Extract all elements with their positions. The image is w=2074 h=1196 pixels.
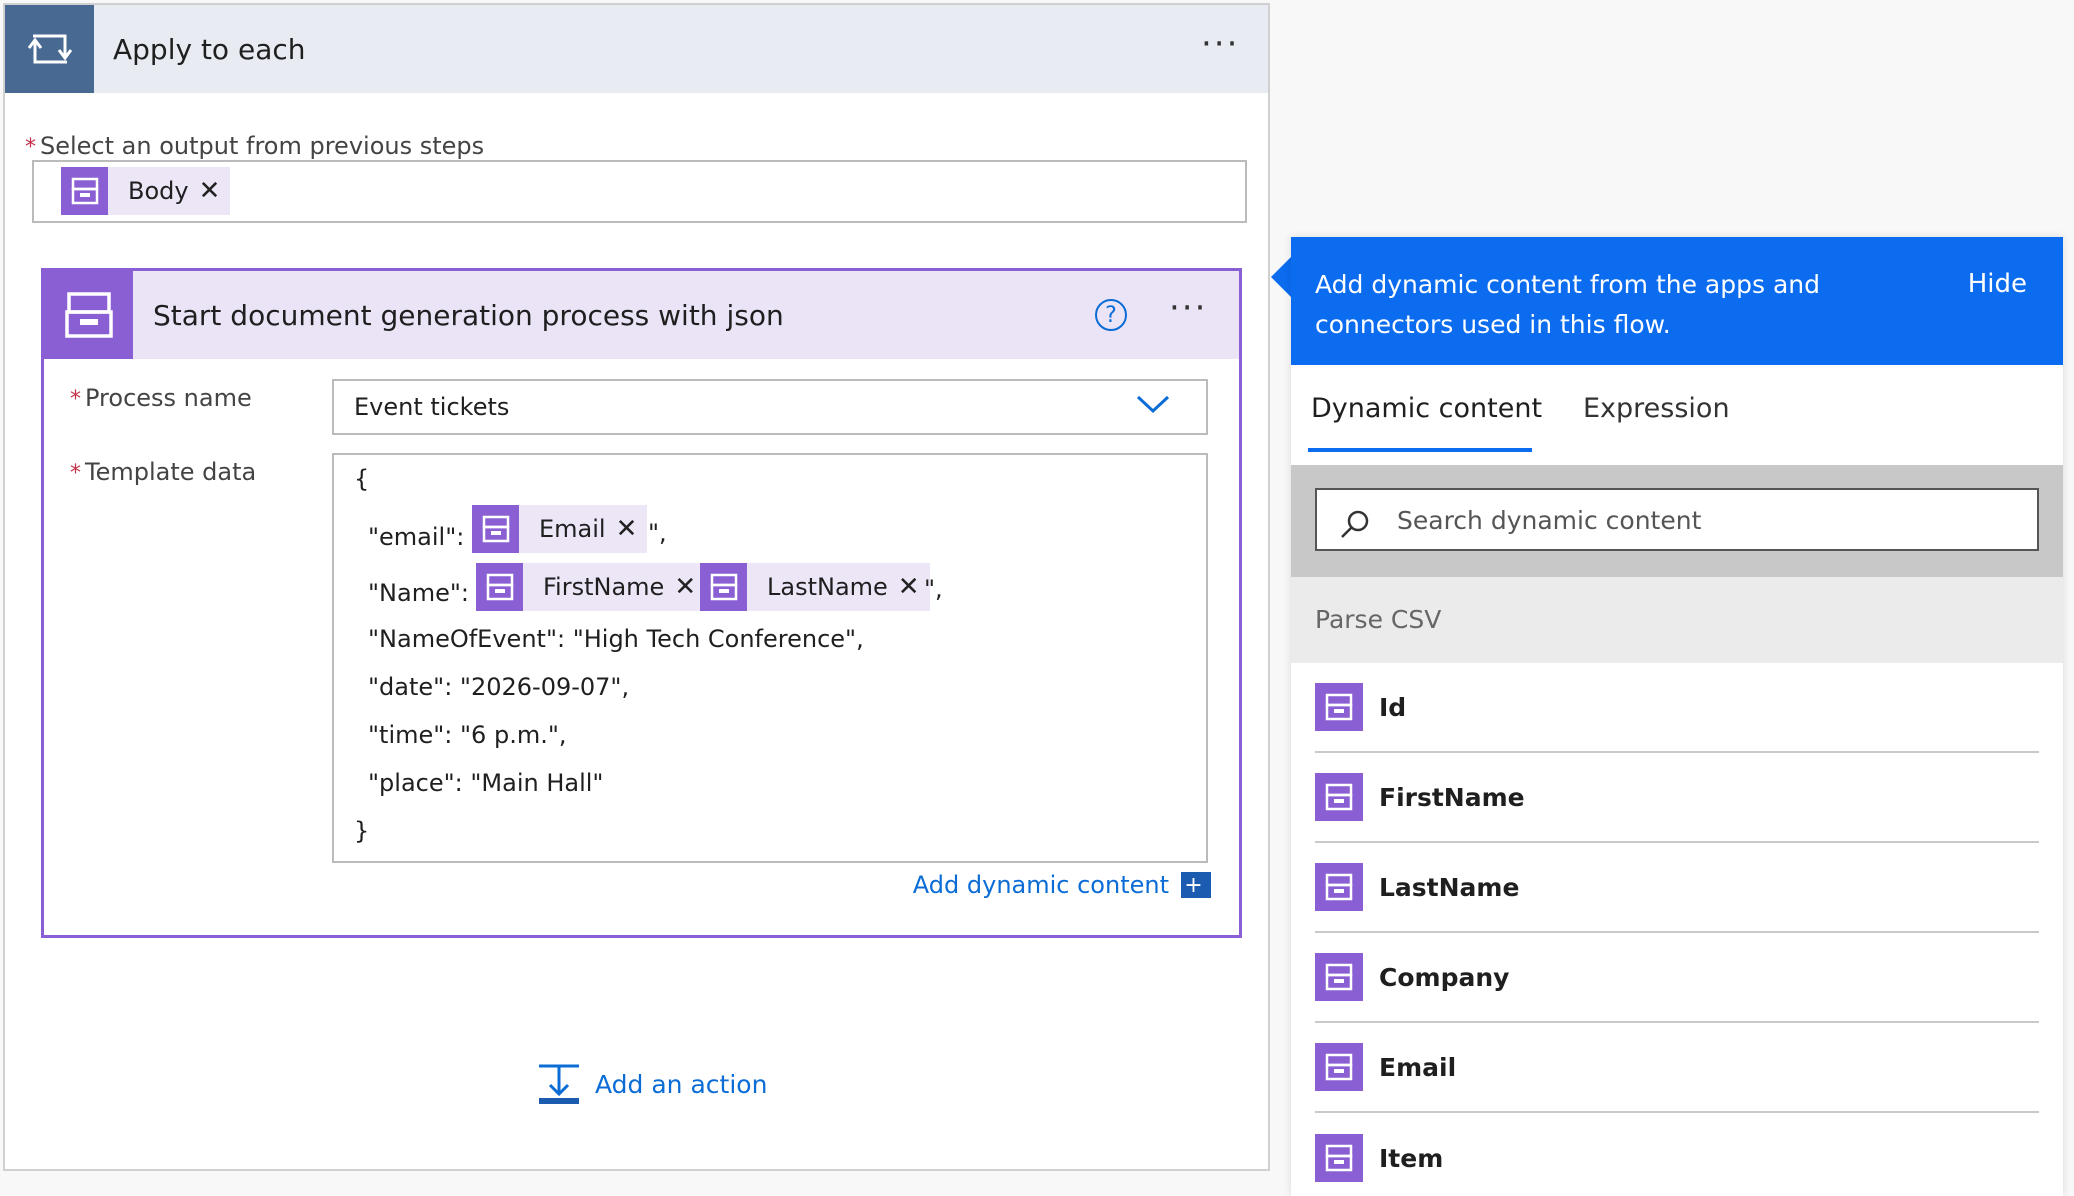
add-action-icon (539, 1064, 579, 1104)
process-name-label: * Process name (70, 384, 252, 412)
firstname-token-label: FirstName (543, 573, 665, 601)
json-time-line: "time": "6 p.m.", (368, 721, 567, 749)
help-icon[interactable]: ? (1095, 299, 1127, 331)
close-icon[interactable]: ✕ (199, 176, 231, 206)
document-generation-icon (476, 563, 523, 611)
lastname-token[interactable]: LastName ✕ (700, 563, 930, 611)
dynamic-item-label: Email (1379, 1052, 1457, 1082)
document-generation-icon (1315, 953, 1363, 1001)
add-action-label: Add an action (595, 1069, 768, 1099)
loop-icon (5, 5, 94, 93)
chevron-down-icon[interactable] (1136, 393, 1170, 415)
dynamic-content-banner: Add dynamic content from the apps and co… (1291, 237, 2063, 365)
json-event-line: "NameOfEvent": "High Tech Conference", (368, 625, 864, 653)
action-title: Start document generation process with j… (153, 299, 784, 332)
template-data-editor[interactable]: { "email": " Email ✕ ", "Name": " FirstN… (332, 453, 1208, 863)
document-generation-icon (1315, 1043, 1363, 1091)
apply-menu-button[interactable]: ··· (1201, 27, 1239, 61)
document-generation-icon (1315, 683, 1363, 731)
tab-expression[interactable]: Expression (1583, 393, 1730, 424)
dynamic-content-panel: Add dynamic content from the apps and co… (1291, 237, 2063, 1196)
json-name-end: ", (924, 575, 943, 603)
document-generation-icon (44, 271, 133, 359)
json-name-key: "Name": " (368, 579, 488, 607)
search-input[interactable]: Search dynamic content (1315, 488, 2039, 551)
email-token-label: Email (539, 515, 606, 543)
dynamic-item-label: Id (1379, 692, 1407, 722)
firstname-token[interactable]: FirstName ✕ (476, 563, 707, 611)
document-generation-icon (1315, 773, 1363, 821)
search-area: Search dynamic content (1291, 465, 2063, 577)
add-action-button[interactable]: Add an action (537, 1063, 767, 1105)
document-generation-icon (700, 563, 747, 611)
dynamic-item-lastname[interactable]: LastName (1315, 843, 2039, 933)
active-tab-indicator (1308, 448, 1532, 452)
dynamic-item-firstname[interactable]: FirstName (1315, 753, 2039, 843)
lastname-token-label: LastName (767, 573, 888, 601)
dynamic-item-label: Item (1379, 1143, 1444, 1173)
output-select-field[interactable]: Body ✕ (32, 160, 1247, 223)
json-email-end: ", (648, 519, 667, 547)
panel-pointer (1271, 255, 1293, 299)
action-menu-button[interactable]: ··· (1169, 291, 1207, 325)
document-generation-icon (61, 167, 108, 215)
dynamic-item-item[interactable]: Item (1315, 1113, 2039, 1196)
apply-to-each-card: Apply to each ··· * Select an output from… (3, 3, 1270, 1171)
apply-to-each-header[interactable]: Apply to each ··· (5, 5, 1268, 93)
json-date-line: "date": "2026-09-07", (368, 673, 630, 701)
process-name-value: Event tickets (354, 393, 510, 421)
json-email-key: "email": " (368, 523, 484, 551)
banner-text: Add dynamic content from the apps and co… (1315, 270, 1820, 339)
dynamic-item-company[interactable]: Company (1315, 933, 2039, 1023)
output-label: * Select an output from previous steps (25, 132, 485, 160)
json-open-brace: { (354, 465, 370, 493)
document-generation-action-card: Start document generation process with j… (41, 268, 1242, 938)
process-name-dropdown[interactable]: Event tickets (332, 379, 1208, 435)
dynamic-item-email[interactable]: Email (1315, 1023, 2039, 1113)
document-generation-icon (1315, 863, 1363, 911)
add-dynamic-content-link[interactable]: Add dynamic content + (913, 871, 1211, 899)
tab-dynamic-content[interactable]: Dynamic content (1311, 393, 1542, 424)
parse-csv-group-header: Parse CSV (1291, 577, 2063, 663)
apply-to-each-title: Apply to each (113, 33, 306, 66)
close-icon[interactable]: ✕ (616, 514, 648, 544)
body-token[interactable]: Body ✕ (61, 167, 231, 215)
dynamic-item-label: LastName (1379, 872, 1520, 902)
template-data-label: * Template data (70, 458, 257, 486)
search-icon (1341, 510, 1369, 538)
json-close-brace: } (354, 817, 370, 845)
dynamic-item-label: Company (1379, 962, 1510, 992)
document-generation-icon (1315, 1134, 1363, 1182)
email-token[interactable]: Email ✕ (472, 505, 648, 553)
action-header[interactable]: Start document generation process with j… (44, 271, 1239, 359)
json-place-line: "place": "Main Hall" (368, 769, 604, 797)
add-dynamic-content-label: Add dynamic content (912, 871, 1169, 899)
dynamic-item-id[interactable]: Id (1315, 663, 2039, 753)
dynamic-item-label: FirstName (1379, 782, 1525, 812)
hide-button[interactable]: Hide (1968, 269, 2027, 299)
plus-icon: + (1181, 872, 1211, 898)
search-placeholder: Search dynamic content (1397, 506, 1702, 535)
document-generation-icon (472, 505, 519, 553)
body-token-label: Body (128, 177, 189, 205)
